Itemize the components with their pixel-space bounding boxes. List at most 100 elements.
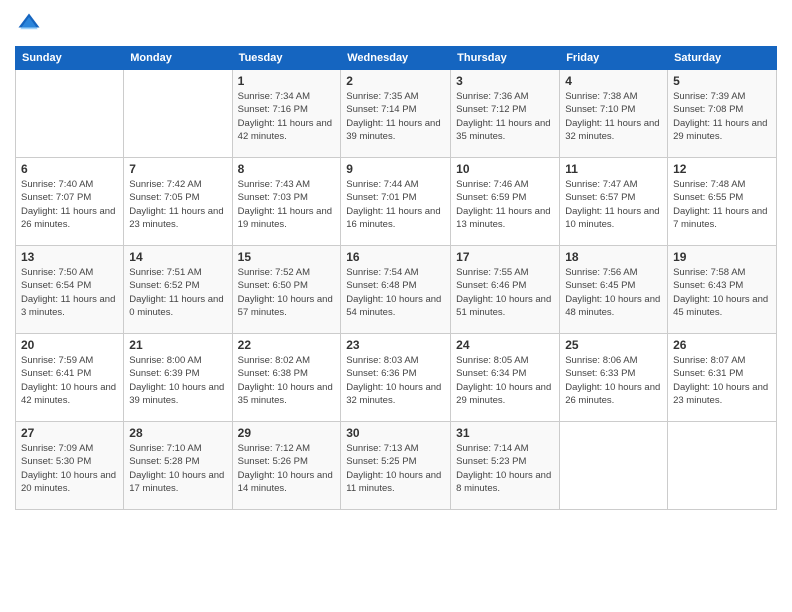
weekday-header-row: SundayMondayTuesdayWednesdayThursdayFrid… — [16, 47, 777, 70]
day-info: Sunrise: 7:55 AM Sunset: 6:46 PM Dayligh… — [456, 266, 554, 319]
calendar-cell — [16, 70, 124, 158]
day-number: 15 — [238, 250, 336, 264]
day-number: 29 — [238, 426, 336, 440]
day-info: Sunrise: 7:09 AM Sunset: 5:30 PM Dayligh… — [21, 442, 118, 495]
day-number: 23 — [346, 338, 445, 352]
calendar-cell: 5Sunrise: 7:39 AM Sunset: 7:08 PM Daylig… — [668, 70, 777, 158]
week-row-0: 1Sunrise: 7:34 AM Sunset: 7:16 PM Daylig… — [16, 70, 777, 158]
day-info: Sunrise: 7:12 AM Sunset: 5:26 PM Dayligh… — [238, 442, 336, 495]
day-number: 8 — [238, 162, 336, 176]
day-number: 25 — [565, 338, 662, 352]
day-info: Sunrise: 7:46 AM Sunset: 6:59 PM Dayligh… — [456, 178, 554, 231]
calendar-cell: 25Sunrise: 8:06 AM Sunset: 6:33 PM Dayli… — [560, 334, 668, 422]
calendar-cell: 9 Sunrise: 7:44 AM Sunset: 7:01 PM Daylig… — [341, 158, 451, 246]
day-number: 11 — [565, 162, 662, 176]
weekday-wednesday: Wednesday — [341, 47, 451, 70]
day-number: 28 — [129, 426, 226, 440]
day-info: Sunrise: 8:00 AM Sunset: 6:39 PM Dayligh… — [129, 354, 226, 407]
day-info: Sunrise: 7:36 AM Sunset: 7:12 PM Dayligh… — [456, 90, 554, 143]
day-info: Sunrise: 7:38 AM Sunset: 7:10 PM Dayligh… — [565, 90, 662, 143]
logo-icon — [15, 10, 43, 38]
day-info: Sunrise: 7:35 AM Sunset: 7:14 PM Dayligh… — [346, 90, 445, 143]
week-row-1: 6Sunrise: 7:40 AM Sunset: 7:07 PM Daylig… — [16, 158, 777, 246]
page: SundayMondayTuesdayWednesdayThursdayFrid… — [0, 0, 792, 612]
day-number: 22 — [238, 338, 336, 352]
day-info: Sunrise: 7:59 AM Sunset: 6:41 PM Dayligh… — [21, 354, 118, 407]
weekday-tuesday: Tuesday — [232, 47, 341, 70]
day-info: Sunrise: 8:05 AM Sunset: 6:34 PM Dayligh… — [456, 354, 554, 407]
calendar-cell: 20 Sunrise: 7:59 AM Sunset: 6:41 PM Dayli… — [16, 334, 124, 422]
calendar-cell: 10 Sunrise: 7:46 AM Sunset: 6:59 PM Dayli… — [451, 158, 560, 246]
calendar-cell: 2 Sunrise: 7:35 AM Sunset: 7:14 PM Daylig… — [341, 70, 451, 158]
calendar-cell: 30 Sunrise: 7:13 AM Sunset: 5:25 PM Dayli… — [341, 422, 451, 510]
day-info: Sunrise: 8:07 AM Sunset: 6:31 PM Dayligh… — [673, 354, 771, 407]
day-info: Sunrise: 8:03 AM Sunset: 6:36 PM Dayligh… — [346, 354, 445, 407]
day-info: Sunrise: 7:54 AM Sunset: 6:48 PM Dayligh… — [346, 266, 445, 319]
day-number: 13 — [21, 250, 118, 264]
calendar-cell: 28Sunrise: 7:10 AM Sunset: 5:28 PM Dayli… — [124, 422, 232, 510]
weekday-saturday: Saturday — [668, 47, 777, 70]
day-number: 1 — [238, 74, 336, 88]
calendar-cell: 24 Sunrise: 8:05 AM Sunset: 6:34 PM Dayli… — [451, 334, 560, 422]
calendar-cell: 8 Sunrise: 7:43 AM Sunset: 7:03 PM Daylig… — [232, 158, 341, 246]
logo — [15, 10, 47, 38]
week-row-4: 27Sunrise: 7:09 AM Sunset: 5:30 PM Dayli… — [16, 422, 777, 510]
weekday-monday: Monday — [124, 47, 232, 70]
day-number: 16 — [346, 250, 445, 264]
day-info: Sunrise: 7:47 AM Sunset: 6:57 PM Dayligh… — [565, 178, 662, 231]
day-info: Sunrise: 7:50 AM Sunset: 6:54 PM Dayligh… — [21, 266, 118, 319]
calendar-cell: 6Sunrise: 7:40 AM Sunset: 7:07 PM Daylig… — [16, 158, 124, 246]
calendar-cell: 17 Sunrise: 7:55 AM Sunset: 6:46 PM Dayli… — [451, 246, 560, 334]
day-number: 21 — [129, 338, 226, 352]
calendar-cell: 15 Sunrise: 7:52 AM Sunset: 6:50 PM Dayli… — [232, 246, 341, 334]
calendar-cell: 12Sunrise: 7:48 AM Sunset: 6:55 PM Dayli… — [668, 158, 777, 246]
day-number: 26 — [673, 338, 771, 352]
day-number: 2 — [346, 74, 445, 88]
day-number: 18 — [565, 250, 662, 264]
day-number: 31 — [456, 426, 554, 440]
calendar-cell: 23 Sunrise: 8:03 AM Sunset: 6:36 PM Dayli… — [341, 334, 451, 422]
calendar-cell: 21 Sunrise: 8:00 AM Sunset: 6:39 PM Dayli… — [124, 334, 232, 422]
day-number: 4 — [565, 74, 662, 88]
day-number: 24 — [456, 338, 554, 352]
calendar-cell — [668, 422, 777, 510]
day-info: Sunrise: 7:14 AM Sunset: 5:23 PM Dayligh… — [456, 442, 554, 495]
weekday-thursday: Thursday — [451, 47, 560, 70]
day-info: Sunrise: 7:39 AM Sunset: 7:08 PM Dayligh… — [673, 90, 771, 143]
day-number: 19 — [673, 250, 771, 264]
day-number: 20 — [21, 338, 118, 352]
weekday-sunday: Sunday — [16, 47, 124, 70]
day-info: Sunrise: 8:02 AM Sunset: 6:38 PM Dayligh… — [238, 354, 336, 407]
day-info: Sunrise: 7:51 AM Sunset: 6:52 PM Dayligh… — [129, 266, 226, 319]
calendar-cell — [560, 422, 668, 510]
calendar-cell: 3 Sunrise: 7:36 AM Sunset: 7:12 PM Daylig… — [451, 70, 560, 158]
day-number: 17 — [456, 250, 554, 264]
day-info: Sunrise: 7:43 AM Sunset: 7:03 PM Dayligh… — [238, 178, 336, 231]
calendar-cell: 22 Sunrise: 8:02 AM Sunset: 6:38 PM Dayli… — [232, 334, 341, 422]
calendar-cell: 26 Sunrise: 8:07 AM Sunset: 6:31 PM Dayli… — [668, 334, 777, 422]
calendar-cell: 4 Sunrise: 7:38 AM Sunset: 7:10 PM Daylig… — [560, 70, 668, 158]
calendar-table: SundayMondayTuesdayWednesdayThursdayFrid… — [15, 46, 777, 510]
calendar-cell: 16 Sunrise: 7:54 AM Sunset: 6:48 PM Dayli… — [341, 246, 451, 334]
day-info: Sunrise: 7:52 AM Sunset: 6:50 PM Dayligh… — [238, 266, 336, 319]
day-number: 10 — [456, 162, 554, 176]
day-info: Sunrise: 7:48 AM Sunset: 6:55 PM Dayligh… — [673, 178, 771, 231]
day-number: 9 — [346, 162, 445, 176]
calendar-cell: 11 Sunrise: 7:47 AM Sunset: 6:57 PM Dayli… — [560, 158, 668, 246]
calendar-cell: 7 Sunrise: 7:42 AM Sunset: 7:05 PM Daylig… — [124, 158, 232, 246]
day-info: Sunrise: 7:58 AM Sunset: 6:43 PM Dayligh… — [673, 266, 771, 319]
day-info: Sunrise: 7:44 AM Sunset: 7:01 PM Dayligh… — [346, 178, 445, 231]
day-info: Sunrise: 7:40 AM Sunset: 7:07 PM Dayligh… — [21, 178, 118, 231]
calendar-cell: 27Sunrise: 7:09 AM Sunset: 5:30 PM Dayli… — [16, 422, 124, 510]
week-row-2: 13 Sunrise: 7:50 AM Sunset: 6:54 PM Dayli… — [16, 246, 777, 334]
calendar-cell: 29 Sunrise: 7:12 AM Sunset: 5:26 PM Dayli… — [232, 422, 341, 510]
calendar-cell: 18Sunrise: 7:56 AM Sunset: 6:45 PM Dayli… — [560, 246, 668, 334]
calendar-cell: 1Sunrise: 7:34 AM Sunset: 7:16 PM Daylig… — [232, 70, 341, 158]
calendar-cell — [124, 70, 232, 158]
day-number: 3 — [456, 74, 554, 88]
day-number: 7 — [129, 162, 226, 176]
day-info: Sunrise: 7:42 AM Sunset: 7:05 PM Dayligh… — [129, 178, 226, 231]
weekday-friday: Friday — [560, 47, 668, 70]
day-number: 30 — [346, 426, 445, 440]
day-info: Sunrise: 7:13 AM Sunset: 5:25 PM Dayligh… — [346, 442, 445, 495]
